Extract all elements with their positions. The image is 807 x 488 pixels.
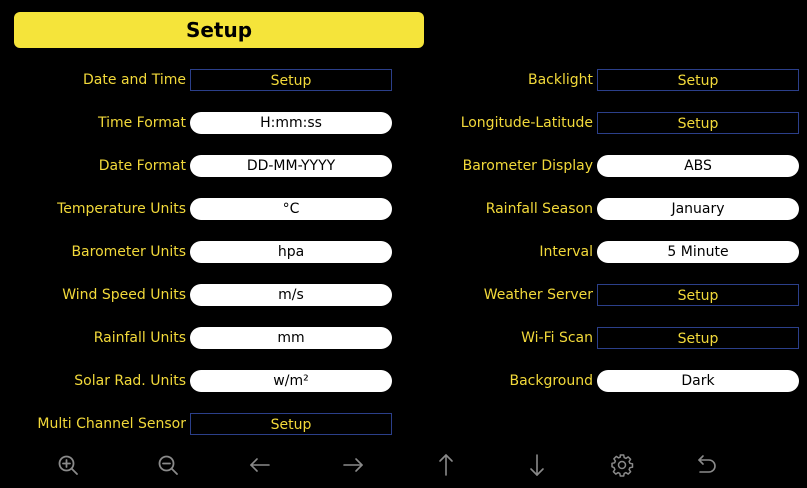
rainfall-season-select[interactable]: January — [597, 198, 799, 220]
multi-channel-sensor-setup-button[interactable]: Setup — [190, 413, 392, 435]
barometer-display-select[interactable]: ABS — [597, 155, 799, 177]
barometer-units-select[interactable]: hpa — [190, 241, 392, 263]
longitude-latitude-setup-button[interactable]: Setup — [597, 112, 799, 134]
page-title: Setup — [14, 12, 424, 48]
zoom-out-icon[interactable] — [154, 451, 182, 479]
arrow-right-icon[interactable] — [339, 451, 367, 479]
arrow-down-icon[interactable] — [523, 451, 551, 479]
label-temperature-units: Temperature Units — [57, 201, 186, 217]
wifi-scan-setup-button[interactable]: Setup — [597, 327, 799, 349]
back-icon[interactable] — [693, 451, 721, 479]
arrow-up-icon[interactable] — [432, 451, 460, 479]
label-multi-channel-sensor: Multi Channel Sensor — [37, 416, 186, 432]
label-solar-rad-units: Solar Rad. Units — [74, 373, 186, 389]
label-rainfall-units: Rainfall Units — [93, 330, 186, 346]
label-backlight: Backlight — [527, 72, 593, 88]
label-date-and-time: Date and Time — [83, 72, 186, 88]
temperature-units-select[interactable]: °C — [190, 198, 392, 220]
label-barometer-display: Barometer Display — [462, 158, 593, 174]
label-longitude-latitude: Longitude-Latitude — [460, 115, 593, 131]
weather-server-setup-button[interactable]: Setup — [597, 284, 799, 306]
label-wifi-scan: Wi-Fi Scan — [521, 330, 593, 346]
label-wind-speed-units: Wind Speed Units — [62, 287, 186, 303]
interval-select[interactable]: 5 Minute — [597, 241, 799, 263]
label-date-format: Date Format — [98, 158, 186, 174]
label-weather-server: Weather Server — [483, 287, 593, 303]
background-select[interactable]: Dark — [597, 370, 799, 392]
label-time-format: Time Format — [97, 115, 186, 131]
backlight-setup-button[interactable]: Setup — [597, 69, 799, 91]
arrow-left-icon[interactable] — [246, 451, 274, 479]
wind-speed-units-select[interactable]: m/s — [190, 284, 392, 306]
date-and-time-setup-button[interactable]: Setup — [190, 69, 392, 91]
label-barometer-units: Barometer Units — [71, 244, 186, 260]
solar-rad-units-select[interactable]: w/m² — [190, 370, 392, 392]
time-format-select[interactable]: H:mm:ss — [190, 112, 392, 134]
label-rainfall-season: Rainfall Season — [485, 201, 593, 217]
gear-icon[interactable] — [608, 451, 636, 479]
date-format-select[interactable]: DD-MM-YYYY — [190, 155, 392, 177]
label-interval: Interval — [539, 244, 593, 260]
label-background: Background — [509, 373, 593, 389]
zoom-in-icon[interactable] — [54, 451, 82, 479]
rainfall-units-select[interactable]: mm — [190, 327, 392, 349]
